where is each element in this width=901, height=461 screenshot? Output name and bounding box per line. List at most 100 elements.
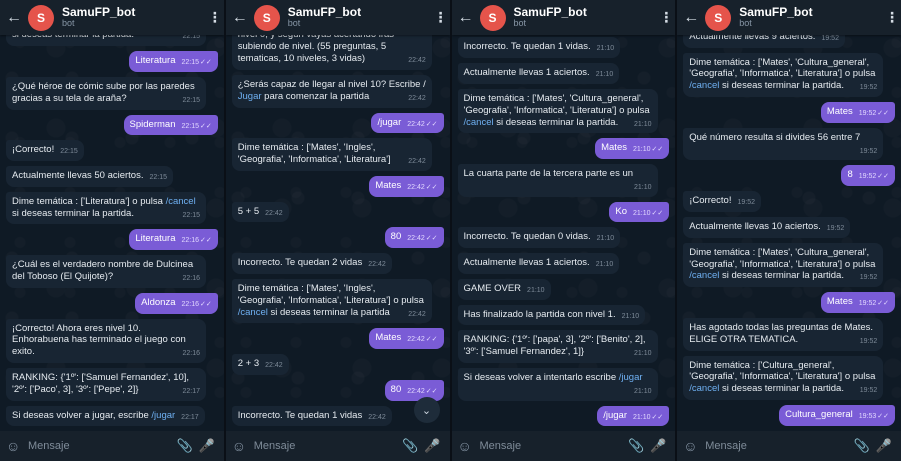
attach-icon[interactable]: 📎 — [851, 438, 873, 454]
double-check-icon: ✓✓ — [425, 183, 438, 191]
message-bubble[interactable]: Mates 22:42✓✓ — [369, 175, 444, 197]
back-arrow-icon[interactable]: ← — [452, 9, 480, 27]
message-input[interactable] — [251, 439, 400, 453]
message-bubble[interactable]: Has agotado todas las preguntas de Mates… — [683, 317, 884, 351]
message-list[interactable]: /start22:41✓✓¡Bot Trivial activado!22:41… — [226, 35, 450, 431]
attach-icon[interactable]: 📎 — [400, 438, 422, 454]
message-bubble[interactable]: ¿Serás capaz de llegar al nivel 10? Escr… — [231, 74, 432, 108]
attach-icon[interactable]: 📎 — [174, 438, 196, 454]
message-bubble[interactable]: Si deseas volver a jugar, escribe /jugar… — [6, 405, 205, 427]
scroll-down-icon[interactable]: ⌄ — [413, 397, 440, 423]
message-bubble[interactable]: Dime temática : ['Mates', 'Ingles', 'Geo… — [231, 278, 432, 324]
message-bubble[interactable]: Si deseas volver a intentarlo escribe /j… — [457, 368, 658, 401]
microphone-icon[interactable]: 🎤 — [196, 438, 218, 454]
more-vertical-icon[interactable]: ⋮ — [206, 9, 224, 26]
message-bubble[interactable]: /jugar 21:10✓✓ — [597, 405, 670, 427]
microphone-icon[interactable]: 🎤 — [647, 438, 669, 454]
chat-title-block[interactable]: SamuFP_bot bot — [739, 5, 883, 29]
message-bubble[interactable]: Literatura 22:15✓✓ — [129, 51, 218, 72]
message-bubble[interactable]: ¡Correcto! Ahora eres nivel 10. Enhorabu… — [6, 318, 206, 363]
emoji-icon[interactable]: ☺ — [6, 438, 26, 454]
more-vertical-icon[interactable]: ⋮ — [432, 9, 450, 26]
message-bubble[interactable]: Mates 19:52✓✓ — [820, 102, 895, 123]
message-bubble[interactable]: ¿Cuál es el verdadero nombre de Dulcinea… — [6, 255, 206, 288]
command-link[interactable]: Jugar — [238, 91, 262, 102]
message-bubble[interactable]: Dime temática : ['Mates', 'Ingles', 'Geo… — [231, 138, 432, 171]
command-link[interactable]: /jugar — [151, 410, 175, 421]
command-link[interactable]: /cancel — [689, 270, 719, 281]
message-bubble[interactable]: Incorrecto. Te quedan 0 vidas. 21:10 — [457, 227, 621, 249]
back-arrow-icon[interactable]: ← — [0, 9, 28, 27]
message-bubble[interactable]: Spiderman 22:15✓✓ — [123, 114, 218, 136]
message-time: 22:42✓✓ — [407, 235, 437, 244]
message-bubble[interactable]: Mates 19:52✓✓ — [820, 292, 895, 313]
message-bubble[interactable]: GAME OVER 21:10 — [457, 278, 551, 300]
back-arrow-icon[interactable]: ← — [677, 9, 705, 27]
time-text: 19:52 — [859, 147, 878, 155]
emoji-icon[interactable]: ☺ — [458, 438, 478, 454]
command-link[interactable]: /cancel — [238, 307, 268, 318]
microphone-icon[interactable]: 🎤 — [873, 438, 895, 454]
attach-icon[interactable]: 📎 — [625, 438, 647, 454]
message-bubble[interactable]: Dime temática : ['Mates', 'Cultura_gener… — [683, 242, 884, 288]
message-bubble[interactable]: Actualmente llevas 1 aciertos. 21:10 — [457, 63, 620, 84]
chat-title-block[interactable]: SamuFP_bot bot — [288, 5, 432, 29]
message-bubble[interactable]: Dime temática : ['Mates', 'Cultura_gener… — [683, 52, 884, 97]
message-bubble[interactable]: Cultura_general 19:53✓✓ — [779, 405, 895, 426]
emoji-icon[interactable]: ☺ — [232, 438, 252, 454]
message-bubble[interactable]: Actualmente llevas 9 aciertos. 19:52 — [683, 35, 845, 48]
more-vertical-icon[interactable]: ⋮ — [883, 9, 901, 26]
message-bubble[interactable]: La cuarta parte de la tercera parte es u… — [457, 164, 658, 197]
message-bubble[interactable]: Incorrecto. Te quedan 1 vidas. 21:10 — [457, 37, 621, 58]
message-bubble[interactable]: ¡Correcto! 22:15 — [6, 140, 84, 161]
message-bubble[interactable]: Actualmente llevas 1 aciertos. 21:10 — [457, 253, 620, 274]
message-bubble[interactable]: Incorrecto. Te quedan 2 vidas 22:42 — [231, 253, 392, 274]
more-vertical-icon[interactable]: ⋮ — [657, 9, 675, 26]
command-link[interactable]: /cancel — [464, 117, 494, 128]
message-bubble[interactable]: Mates 21:10✓✓ — [595, 138, 670, 159]
command-link[interactable]: /cancel — [689, 383, 719, 394]
chat-title-block[interactable]: SamuFP_bot bot — [62, 5, 206, 29]
command-link[interactable]: /jugar — [619, 372, 643, 383]
message-bubble[interactable]: ¿Qué héroe de cómic sube por las paredes… — [6, 76, 206, 110]
message-bubble[interactable]: /jugar 22:42✓✓ — [371, 112, 444, 134]
message-bubble[interactable]: 80 22:42✓✓ — [384, 227, 444, 249]
avatar[interactable]: S — [253, 4, 280, 31]
message-bubble[interactable]: Ko 21:10✓✓ — [609, 201, 670, 223]
message-bubble[interactable]: 5 + 5 22:42 — [231, 201, 289, 223]
message-list[interactable]: Mates21:10✓✓(-3)³ + (-2)³ - (-3)³ + (-1)… — [452, 35, 676, 431]
emoji-icon[interactable]: ☺ — [683, 438, 703, 454]
message-bubble[interactable]: RANKING: {'1º': ['papa', 3], '2º': ['Ben… — [457, 330, 658, 363]
message-bubble[interactable]: Incorrecto. Te quedan 1 vidas 22:42 — [231, 405, 392, 427]
message-bubble[interactable]: 80 22:42✓✓ — [384, 379, 444, 401]
message-bubble[interactable]: 2 + 3 22:42 — [231, 354, 289, 375]
message-bubble[interactable]: Actualmente llevas 10 aciertos. 19:52 — [683, 216, 851, 238]
message-bubble[interactable]: Actualmente llevas 50 aciertos. 22:15 — [6, 166, 174, 187]
message-input[interactable] — [477, 439, 626, 453]
message-input[interactable] — [26, 439, 174, 453]
message-bubble[interactable]: Mates 22:42✓✓ — [369, 328, 444, 350]
message-bubble[interactable]: Dime temática : ['Mates', 'Cultura_gener… — [457, 88, 658, 134]
message-bubble[interactable]: Has finalizado la partida con nivel 1. 21… — [457, 304, 646, 326]
message-bubble[interactable]: Literatura 22:16✓✓ — [129, 229, 218, 251]
message-bubble[interactable]: Aldonza 22:16✓✓ — [135, 292, 218, 314]
message-list[interactable]: ¡Correcto!22:15Actualmente llevas 49 aci… — [0, 35, 224, 431]
message-bubble[interactable]: Dime temática : ['Literatura'] o pulsa /… — [6, 35, 206, 47]
command-link[interactable]: /cancel — [166, 196, 196, 207]
message-list[interactable]: ¡Correcto!19:52 Actualmente llevas 9 acie… — [677, 35, 901, 431]
message-bubble[interactable]: 8 19:52✓✓ — [841, 165, 895, 187]
avatar[interactable]: S — [705, 4, 732, 31]
message-bubble[interactable]: ¡Correcto! 19:52 — [683, 191, 762, 212]
message-bubble[interactable]: Dime temática : ['Literatura'] o pulsa /… — [6, 191, 206, 225]
avatar[interactable]: S — [479, 4, 506, 31]
back-arrow-icon[interactable]: ← — [226, 9, 254, 27]
message-bubble[interactable]: ¡Vamos a jugar al trivial! Empezaras sie… — [231, 35, 432, 70]
message-bubble[interactable]: RANKING: {'1º': ['Samuel Fernandez', 10]… — [6, 368, 206, 401]
microphone-icon[interactable]: 🎤 — [422, 438, 444, 454]
message-input[interactable] — [703, 439, 851, 453]
chat-title-block[interactable]: SamuFP_bot bot — [514, 5, 658, 29]
command-link[interactable]: /cancel — [689, 80, 719, 91]
avatar[interactable]: S — [28, 4, 54, 31]
message-bubble[interactable]: Qué número resulta si divides 56 entre 7… — [683, 127, 884, 161]
message-bubble[interactable]: Dime temática : ['Cultura_general', 'Geo… — [683, 355, 884, 400]
